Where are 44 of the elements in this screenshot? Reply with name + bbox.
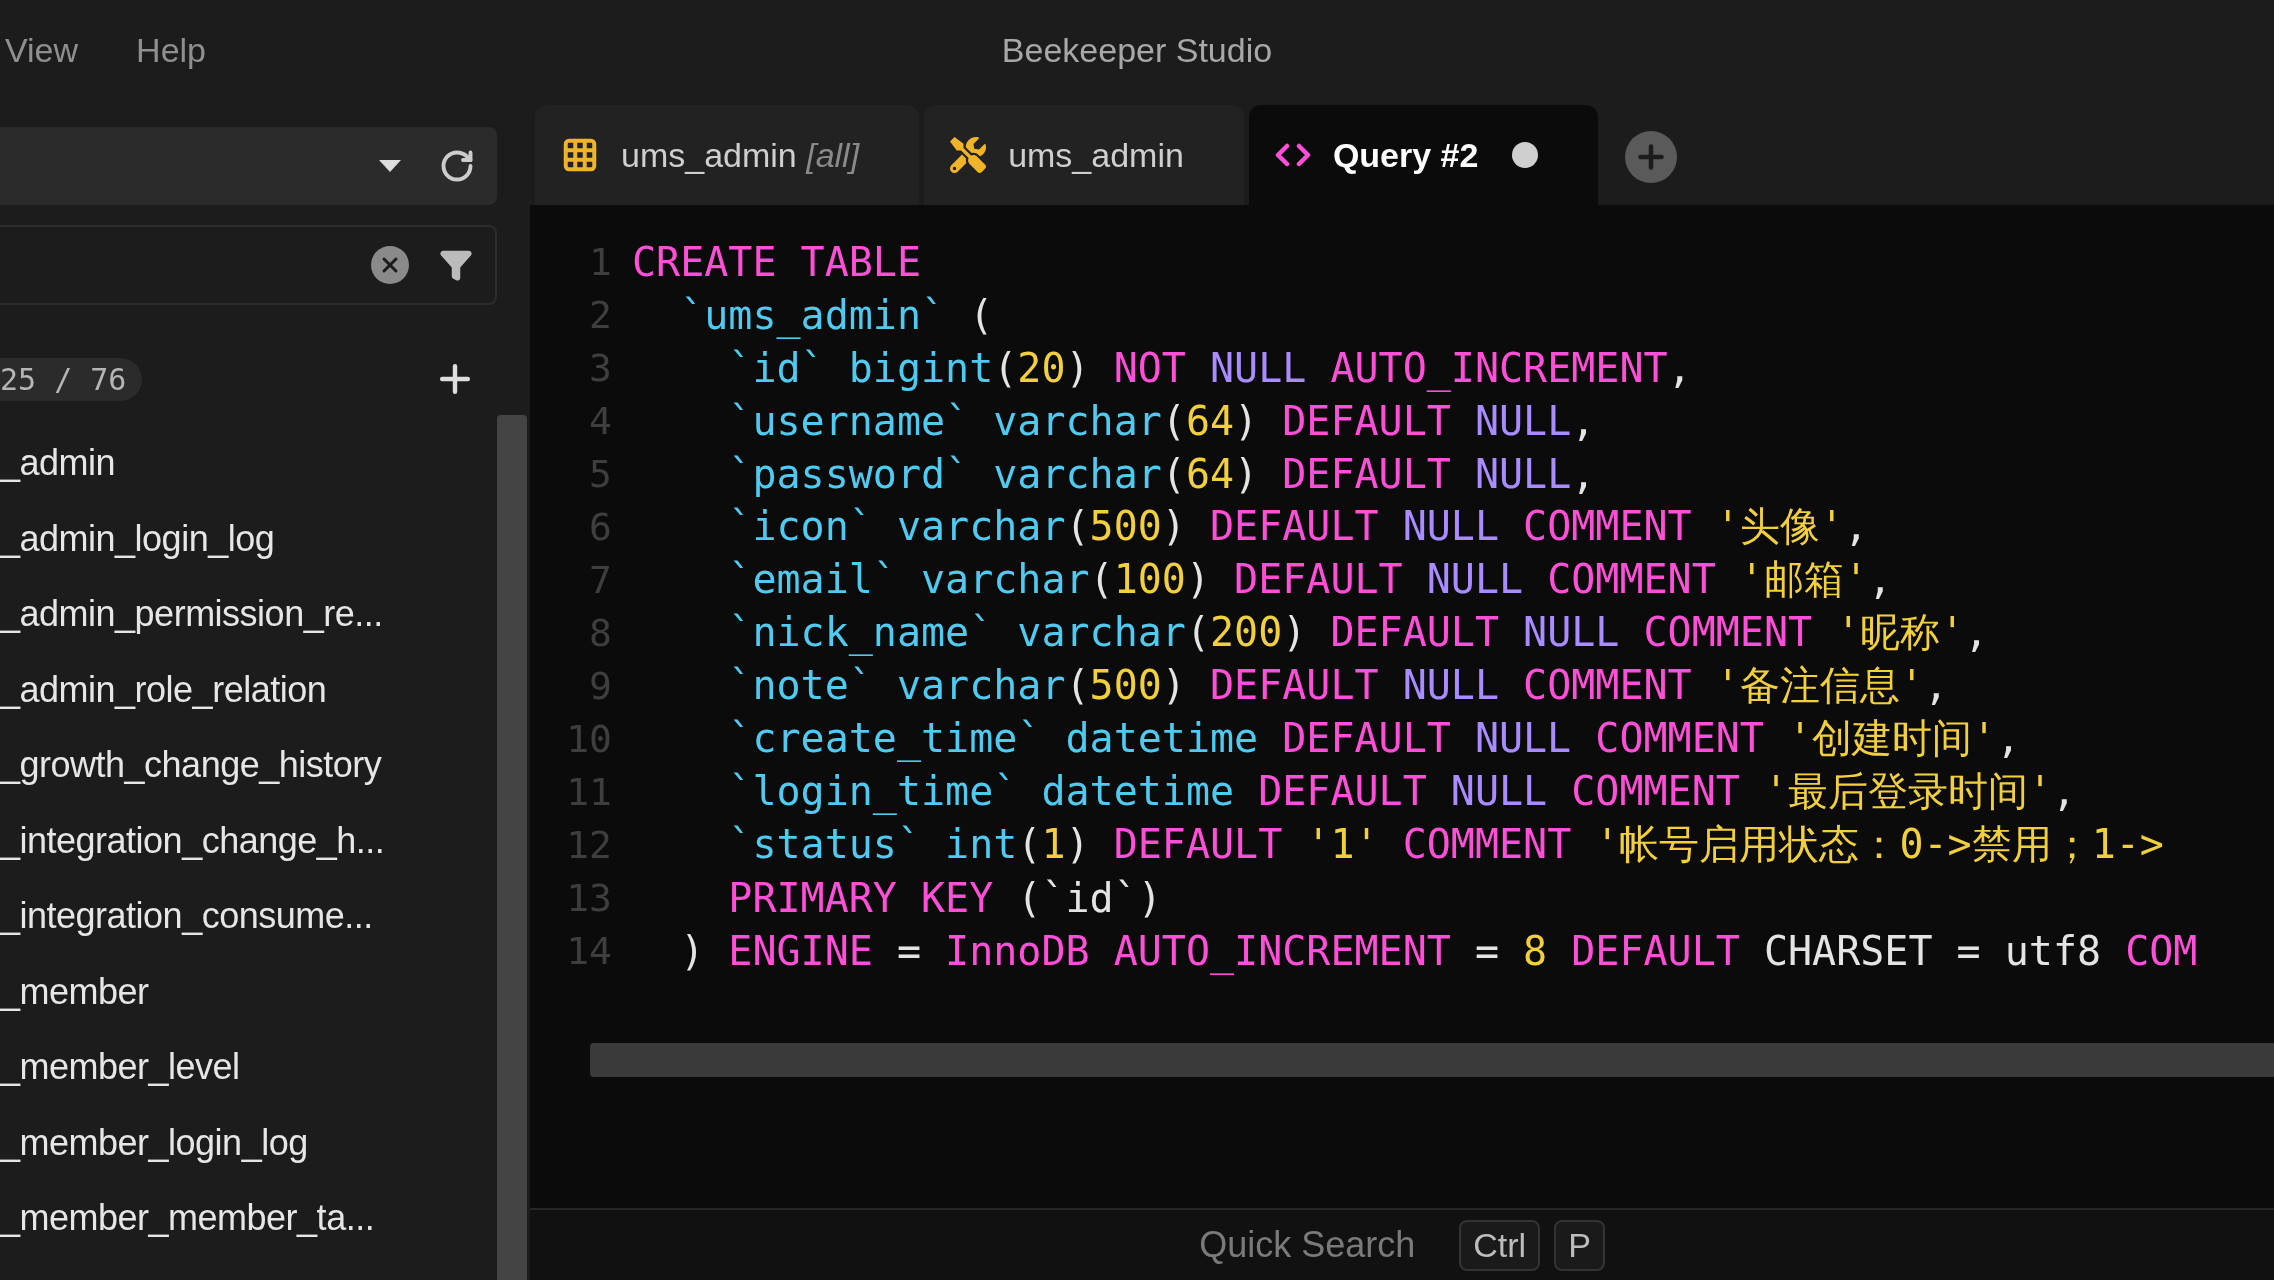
- caret-icon: [379, 160, 401, 172]
- table-item[interactable]: _member_member_ta...: [0, 1180, 497, 1256]
- tools-icon: [950, 137, 987, 173]
- code-line: ) ENGINE = InnoDB AUTO_INCREMENT = 8 DEFAULT CHARSET = utf8 COM: [679, 927, 2198, 974]
- table-item[interactable]: _integration_change_h...: [0, 802, 497, 878]
- table-item[interactable]: _integration_consume...: [0, 878, 497, 954]
- code-line: `nick_name` varchar(200) DEFAULT NULL COMMENT '昵称',: [727, 608, 1989, 658]
- table-item[interactable]: _member_level: [0, 1029, 497, 1105]
- code-line: `email` varchar(100) DEFAULT NULL COMMENT '邮箱',: [727, 555, 1893, 604]
- code-line: PRIMARY KEY (`id`): [727, 874, 1162, 921]
- tab[interactable]: ums_admin: [924, 105, 1244, 205]
- table-count: 25 / 76: [0, 357, 143, 401]
- tab[interactable]: ums_admin [all]: [535, 105, 920, 205]
- code-line: `create_time` datetime DEFAULT NULL COMMENT '创建时间',: [727, 714, 2021, 764]
- clear-icon[interactable]: [371, 246, 409, 284]
- key-hint: Ctrl: [1459, 1219, 1541, 1271]
- code-line: `username` varchar(64) DEFAULT NULL,: [727, 397, 1596, 444]
- key-hint: P: [1554, 1219, 1605, 1271]
- scrollbar[interactable]: [497, 415, 527, 1280]
- table-item[interactable]: _admin_permission_re...: [0, 576, 497, 652]
- scrollbar[interactable]: [590, 1043, 2274, 1077]
- table-item[interactable]: _member_login_log: [0, 1104, 497, 1180]
- code-line: `icon` varchar(500) DEFAULT NULL COMMENT '头像',: [727, 502, 1868, 551]
- table-item[interactable]: _admin_role_relation: [0, 651, 497, 727]
- menu-item[interactable]: Help: [136, 30, 207, 70]
- tab[interactable]: Query #2: [1248, 105, 1599, 205]
- code-line: `login_time` datetime DEFAULT NULL COMMENT '最后登录时间',: [727, 767, 2077, 817]
- code-line: CREATE TABLE: [632, 238, 921, 285]
- table-item[interactable]: _admin: [0, 425, 497, 501]
- code-line: `password` varchar(64) DEFAULT NULL,: [727, 450, 1596, 497]
- table-item[interactable]: _growth_change_history: [0, 727, 497, 803]
- filter-field[interactable]: [0, 225, 497, 305]
- table-item[interactable]: _admin_login_log: [0, 500, 497, 576]
- table-item[interactable]: _member: [0, 953, 497, 1029]
- window-title: Beekeeper Studio: [1001, 30, 1273, 70]
- filter-icon[interactable]: [439, 248, 473, 282]
- code-line: `status` int(1) DEFAULT '1' COMMENT '帐号启用状态：0->禁用；1->: [727, 820, 2164, 869]
- grid-icon: [561, 136, 599, 174]
- refresh-icon[interactable]: [439, 148, 475, 184]
- code-line: `note` varchar(500) DEFAULT NULL COMMENT '备注信息',: [727, 661, 1948, 710]
- code-line: `ums_admin` (: [679, 291, 994, 338]
- code-line: `id` bigint(20) NOT NULL AUTO_INCREMENT,: [727, 344, 1692, 391]
- menu-item[interactable]: View: [5, 30, 79, 70]
- quick-search-label: Quick Search: [1199, 1224, 1416, 1266]
